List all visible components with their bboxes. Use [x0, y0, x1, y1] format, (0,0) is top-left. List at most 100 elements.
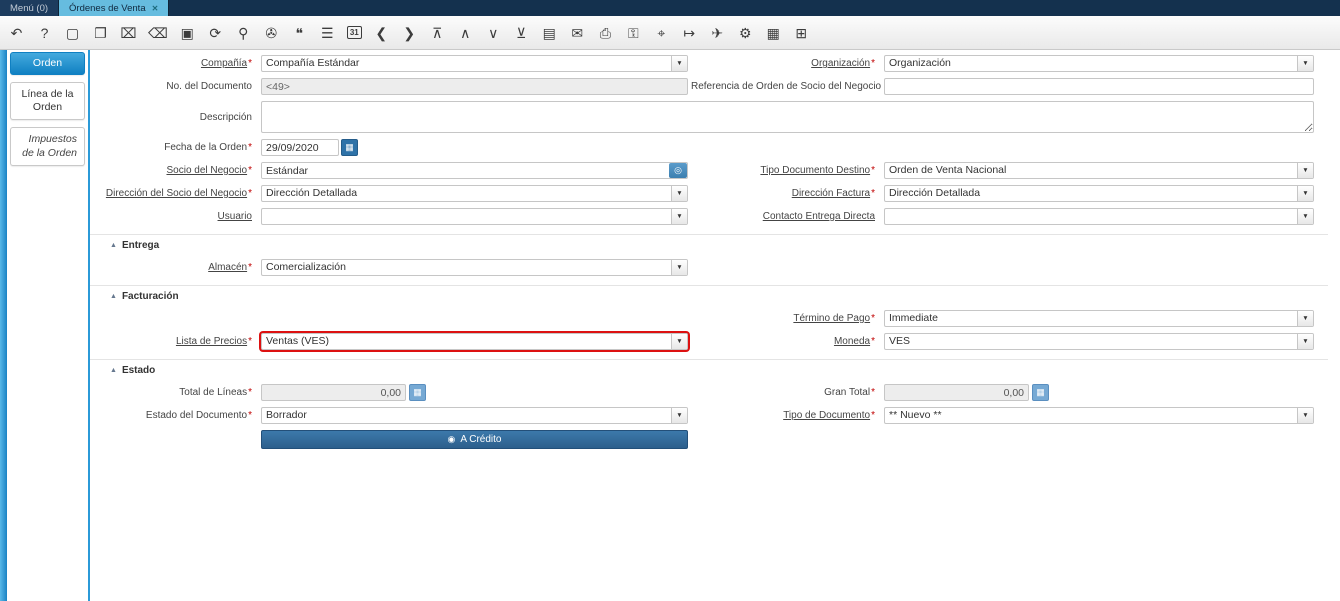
almacen-field[interactable]: Comercialización ▼ — [261, 259, 688, 276]
window-icon[interactable]: ⊞ — [793, 26, 810, 40]
toolbar: ↶? ▢ ❐ ⌧ ⌫ ▣ ⟳ ⚲ ✇ ❝ ☰ 31 ❮ ❯ ⊼ ∧ ∨ ⊻ ▤ ✉ ⎙ ⚿ ⌖ ↦ ✈ ⚙ ▦ ⊞ — [0, 16, 1340, 50]
new-record-icon[interactable]: ▢ — [64, 26, 81, 40]
referencia-input[interactable] — [884, 78, 1314, 95]
dir-factura-value: Dirección Detallada — [889, 187, 981, 199]
chevron-down-icon[interactable]: ▼ — [671, 56, 687, 71]
row-almacen: Almacén* Comercialización ▼ — [90, 259, 1328, 276]
section-estado-header[interactable]: ▲ Estado — [90, 363, 1328, 384]
moneda-field[interactable]: VES ▼ — [884, 333, 1314, 350]
tipo-doc-destino-field[interactable]: Orden de Venta Nacional ▼ — [884, 162, 1314, 179]
organizacion-label[interactable]: Organización* — [691, 58, 881, 69]
contacto-field[interactable]: ▼ — [884, 208, 1314, 225]
estado-documento-field[interactable]: Borrador ▼ — [261, 407, 688, 424]
prev-record-icon[interactable]: ❮ — [373, 26, 390, 40]
tipo-documento-label[interactable]: Tipo de Documento* — [691, 410, 881, 421]
print-icon[interactable]: ⎙ — [597, 26, 614, 40]
socio-input[interactable] — [262, 163, 669, 178]
chat-icon[interactable]: ❝ — [291, 26, 308, 40]
fecha-field: ▦ — [261, 139, 688, 156]
calculator-button[interactable]: ▦ — [409, 384, 426, 401]
sidebar-accent — [0, 50, 7, 601]
preference-icon[interactable]: ⚙ — [737, 26, 754, 40]
required-marker: * — [248, 387, 252, 398]
chevron-down-icon[interactable]: ▼ — [1297, 56, 1313, 71]
termino-pago-field[interactable]: Immediate ▼ — [884, 310, 1314, 327]
first-record-icon[interactable]: ⊼ — [429, 26, 446, 40]
fecha-input[interactable] — [261, 139, 339, 156]
zoom-across-icon[interactable]: ⌖ — [653, 26, 670, 40]
parent-record-icon[interactable]: ∧ — [457, 26, 474, 40]
report-icon[interactable]: ▦ — [765, 26, 782, 40]
request-icon[interactable]: ✈ — [709, 26, 726, 40]
collapse-icon[interactable]: ▲ — [110, 367, 117, 374]
chevron-down-icon[interactable]: ▼ — [1297, 311, 1313, 326]
save-icon[interactable]: ▣ — [179, 26, 196, 40]
find-icon[interactable]: ⚲ — [235, 26, 252, 40]
chevron-down-icon[interactable]: ▼ — [671, 260, 687, 275]
chevron-down-icon[interactable]: ▼ — [671, 334, 687, 349]
help-icon[interactable]: ? — [36, 26, 53, 40]
tipo-doc-destino-label[interactable]: Tipo Documento Destino* — [691, 165, 881, 176]
next-record-icon[interactable]: ❯ — [401, 26, 418, 40]
detail-record-icon[interactable]: ∨ — [485, 26, 502, 40]
usuario-field[interactable]: ▼ — [261, 208, 688, 225]
section-entrega-header[interactable]: ▲ Entrega — [90, 238, 1328, 259]
chevron-down-icon[interactable]: ▼ — [1297, 163, 1313, 178]
chevron-down-icon[interactable]: ▼ — [671, 209, 687, 224]
sidebar-tab-linea-de-la-orden[interactable]: Línea de la Orden — [10, 82, 85, 121]
lock-icon[interactable]: ⚿ — [625, 26, 642, 40]
form-view-icon[interactable]: ▤ — [541, 26, 558, 40]
dir-socio-label[interactable]: Dirección del Socio del Negocio* — [90, 188, 258, 199]
chevron-down-icon[interactable]: ▼ — [1297, 408, 1313, 423]
moneda-label[interactable]: Moneda* — [691, 336, 881, 347]
compania-field[interactable]: Compañía Estándar ▼ — [261, 55, 688, 72]
contacto-label[interactable]: Contacto Entrega Directa — [691, 211, 881, 222]
collapse-icon[interactable]: ▲ — [110, 242, 117, 249]
tab-menu[interactable]: Menú (0) — [0, 0, 60, 16]
section-facturacion-header[interactable]: ▲ Facturación — [90, 289, 1328, 310]
gran-total-input[interactable] — [884, 384, 1029, 401]
refresh-icon[interactable]: ⟳ — [207, 26, 224, 40]
calendar-icon[interactable]: 31 — [346, 26, 362, 39]
undo-icon[interactable]: ↶ — [8, 26, 25, 40]
workflow-icon[interactable]: ↦ — [681, 26, 698, 40]
delete-record-icon[interactable]: ⌧ — [120, 26, 137, 40]
grid-toggle-icon[interactable]: ☰ — [319, 26, 336, 40]
business-partner-search-button[interactable]: ◎ — [669, 163, 687, 178]
dir-socio-field[interactable]: Dirección Detallada ▼ — [261, 185, 688, 202]
almacen-label[interactable]: Almacén* — [90, 262, 258, 273]
descripcion-textarea[interactable] — [261, 101, 1314, 133]
lista-precios-field[interactable]: Ventas (VES) ▼ — [261, 333, 688, 350]
termino-pago-label[interactable]: Término de Pago* — [691, 313, 881, 324]
chevron-down-icon[interactable]: ▼ — [671, 408, 687, 423]
chevron-down-icon[interactable]: ▼ — [671, 186, 687, 201]
calculator-button[interactable]: ▦ — [1032, 384, 1049, 401]
ignore-changes-icon[interactable]: ⌫ — [148, 26, 168, 40]
dir-factura-field[interactable]: Dirección Detallada ▼ — [884, 185, 1314, 202]
no-documento-input[interactable] — [261, 78, 688, 95]
email-icon[interactable]: ✉ — [569, 26, 586, 40]
tab-ordenes-de-venta[interactable]: Órdenes de Venta ✕ — [59, 0, 170, 16]
chevron-down-icon[interactable]: ▼ — [1297, 334, 1313, 349]
total-lineas-input[interactable] — [261, 384, 406, 401]
chevron-down-icon[interactable]: ▼ — [1297, 209, 1313, 224]
tipo-documento-field[interactable]: ** Nuevo ** ▼ — [884, 407, 1314, 424]
collapse-icon[interactable]: ▲ — [110, 293, 117, 300]
copy-record-icon[interactable]: ❐ — [92, 26, 109, 40]
usuario-label[interactable]: Usuario — [90, 211, 258, 222]
calendar-button[interactable]: ▦ — [341, 139, 358, 156]
lista-precios-label[interactable]: Lista de Precios* — [90, 336, 258, 347]
sidebar-tab-impuestos-de-la-orden[interactable]: Impuestos de la Orden — [10, 127, 85, 166]
socio-label[interactable]: Socio del Negocio* — [90, 165, 258, 176]
main-area: Orden Línea de la Orden Impuestos de la … — [0, 50, 1340, 601]
organizacion-value: Organización — [889, 57, 951, 69]
last-record-icon[interactable]: ⊻ — [513, 26, 530, 40]
attachment-icon[interactable]: ✇ — [263, 26, 280, 40]
credit-button[interactable]: ◉ A Crédito — [261, 430, 688, 449]
chevron-down-icon[interactable]: ▼ — [1297, 186, 1313, 201]
compania-label[interactable]: Compañía* — [90, 58, 258, 69]
dir-factura-label[interactable]: Dirección Factura* — [691, 188, 881, 199]
close-icon[interactable]: ✕ — [152, 4, 159, 13]
sidebar-tab-orden[interactable]: Orden — [10, 52, 85, 76]
organizacion-field[interactable]: Organización ▼ — [884, 55, 1314, 72]
